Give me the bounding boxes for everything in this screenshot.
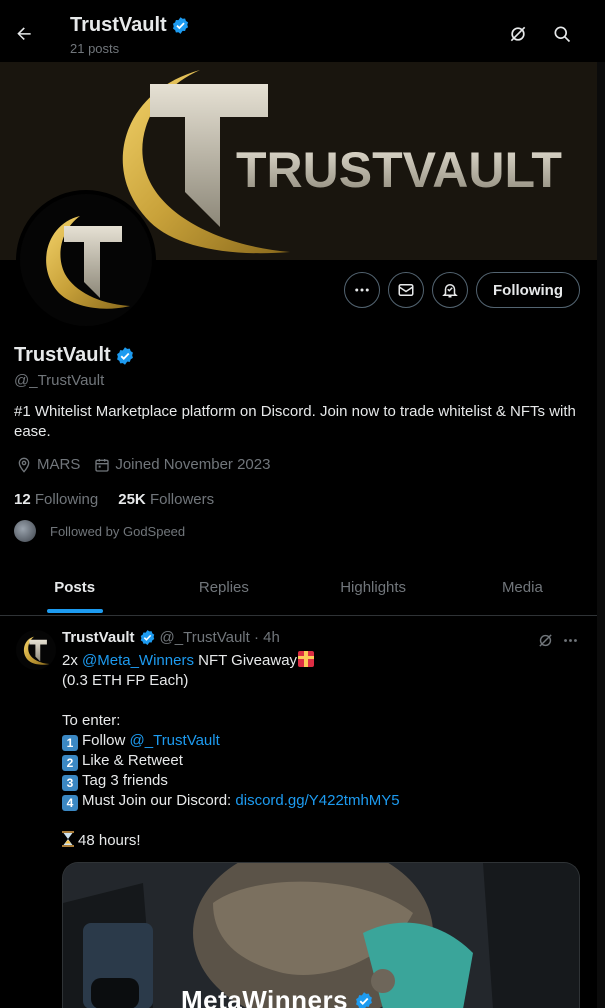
profile-meta: MARS Joined November 2023 — [16, 456, 284, 473]
tweet-text: Tag 3 friends — [82, 772, 168, 789]
tweet-text: 48 hours! — [78, 832, 141, 849]
more-icon — [355, 288, 369, 292]
scrollbar[interactable] — [597, 62, 605, 1008]
keycap-three-icon: 3 — [62, 775, 78, 791]
tweet-handle-time[interactable]: @_TrustVault · 4h — [160, 629, 280, 646]
header-title: TrustVault — [70, 14, 190, 37]
location-item: MARS — [16, 456, 80, 473]
tweet-more-button[interactable] — [558, 628, 582, 652]
more-icon — [563, 638, 577, 642]
profile-name: TrustVault — [14, 344, 135, 367]
more-options-button[interactable] — [344, 272, 380, 308]
verified-badge-icon — [116, 346, 133, 365]
tweet-line: (0.3 ETH FP Each) — [62, 672, 189, 689]
profile-handle: @_TrustVault — [14, 372, 105, 389]
tweet-text: Must Join our Discord: — [82, 792, 236, 809]
following-count: 12 — [14, 491, 31, 508]
tweet-line: 48 hours! — [62, 831, 582, 851]
notifications-button[interactable] — [432, 272, 468, 308]
tweet-text: 2x — [62, 652, 83, 669]
calendar-icon — [95, 458, 110, 472]
following-button[interactable]: Following — [476, 272, 580, 308]
tab-replies[interactable]: Replies — [149, 560, 298, 615]
joined-text: Joined November 2023 — [115, 456, 271, 473]
location-text: MARS — [37, 456, 81, 473]
profile-avatar[interactable] — [16, 190, 156, 330]
location-pin-icon — [18, 457, 30, 473]
follow-stats: 12 Following 25K Followers — [14, 491, 214, 508]
profile-bio: #1 Whitelist Marketplace platform on Dis… — [14, 403, 576, 440]
search-icon — [554, 26, 571, 43]
verified-badge-icon — [172, 17, 188, 34]
following-link[interactable]: 12 Following — [14, 491, 98, 508]
tweet-avatar-logo — [16, 630, 56, 670]
tab-replies-label: Replies — [198, 579, 249, 596]
avatar-logo — [20, 194, 152, 326]
tweet-media[interactable]: MetaWinners — [62, 862, 580, 1008]
tab-posts[interactable]: Posts — [0, 560, 149, 615]
bell-check-icon — [442, 284, 458, 298]
arrow-left-icon — [17, 27, 31, 40]
tweet-step: 4 Must Join our Discord: discord.gg/Y422t… — [62, 791, 582, 811]
hourglass-icon — [62, 831, 74, 847]
mention-link[interactable]: @_TrustVault — [130, 732, 220, 749]
tab-highlights[interactable]: Highlights — [299, 560, 448, 615]
tab-media[interactable]: Media — [448, 560, 597, 615]
keycap-two-icon: 2 — [62, 755, 78, 771]
follower-avatar — [14, 520, 36, 542]
verified-badge-icon — [356, 991, 372, 1008]
media-title: MetaWinners — [181, 985, 374, 1008]
tweet-line: To enter: — [62, 712, 121, 729]
keycap-four-icon: 4 — [62, 795, 78, 811]
keycap-one-icon: 1 — [62, 735, 78, 751]
grok-icon — [510, 26, 526, 42]
banner-brand-text: TRUSTVAULT — [236, 142, 562, 198]
followers-count: 25K — [118, 491, 146, 508]
tweet[interactable]: TrustVault @_TrustVault · 4h 2x @Meta_Wi… — [0, 616, 597, 1008]
back-button[interactable] — [8, 18, 40, 50]
joined-item: Joined November 2023 — [94, 456, 270, 473]
followers-link[interactable]: 25K Followers — [118, 491, 214, 508]
tweet-avatar[interactable] — [16, 630, 56, 670]
tab-posts-label: Posts — [54, 579, 96, 596]
followed-by-text: Followed by GodSpeed — [50, 523, 186, 539]
posts-count: 21 posts — [70, 41, 120, 56]
tweet-text: NFT Giveaway — [193, 652, 298, 669]
tab-media-label: Media — [501, 579, 543, 596]
followers-label: Followers — [149, 491, 215, 508]
tweet-step: 1 Follow @_TrustVault — [62, 731, 582, 751]
tweet-header: TrustVault @_TrustVault · 4h — [62, 629, 280, 646]
tweet-text: Follow — [82, 732, 130, 749]
top-bar: TrustVault 21 posts — [0, 0, 605, 62]
tweet-author[interactable]: TrustVault — [62, 629, 135, 646]
active-tab-indicator — [46, 609, 103, 613]
tweet-line: 2x @Meta_Winners NFT Giveaway — [62, 651, 582, 671]
gift-icon — [298, 651, 315, 667]
tab-highlights-label: Highlights — [340, 579, 407, 596]
profile-name-text: TrustVault — [14, 344, 111, 366]
mention-link[interactable]: @Meta_Winners — [82, 652, 194, 669]
tweet-text: Like & Retweet — [82, 752, 183, 769]
tweet-body: 2x @Meta_Winners NFT Giveaway (0.3 ETH F… — [62, 651, 582, 851]
media-title-text: MetaWinners — [181, 985, 349, 1008]
search-button[interactable] — [548, 20, 576, 48]
tweet-grok-button[interactable] — [533, 628, 557, 652]
following-label: Following — [34, 491, 99, 508]
grok-icon — [538, 633, 552, 647]
envelope-icon — [398, 284, 414, 296]
discord-link[interactable]: discord.gg/Y422tmhMY5 — [235, 792, 399, 809]
message-button[interactable] — [388, 272, 424, 308]
verified-badge-icon — [140, 630, 154, 645]
followed-by[interactable]: Followed by GodSpeed — [14, 520, 185, 542]
tweet-step: 3 Tag 3 friends — [62, 771, 582, 791]
profile-tabs: Posts Replies Highlights Media — [0, 560, 597, 616]
tweet-step: 2 Like & Retweet — [62, 751, 582, 771]
header-title-text: TrustVault — [70, 14, 167, 36]
grok-button[interactable] — [504, 20, 532, 48]
